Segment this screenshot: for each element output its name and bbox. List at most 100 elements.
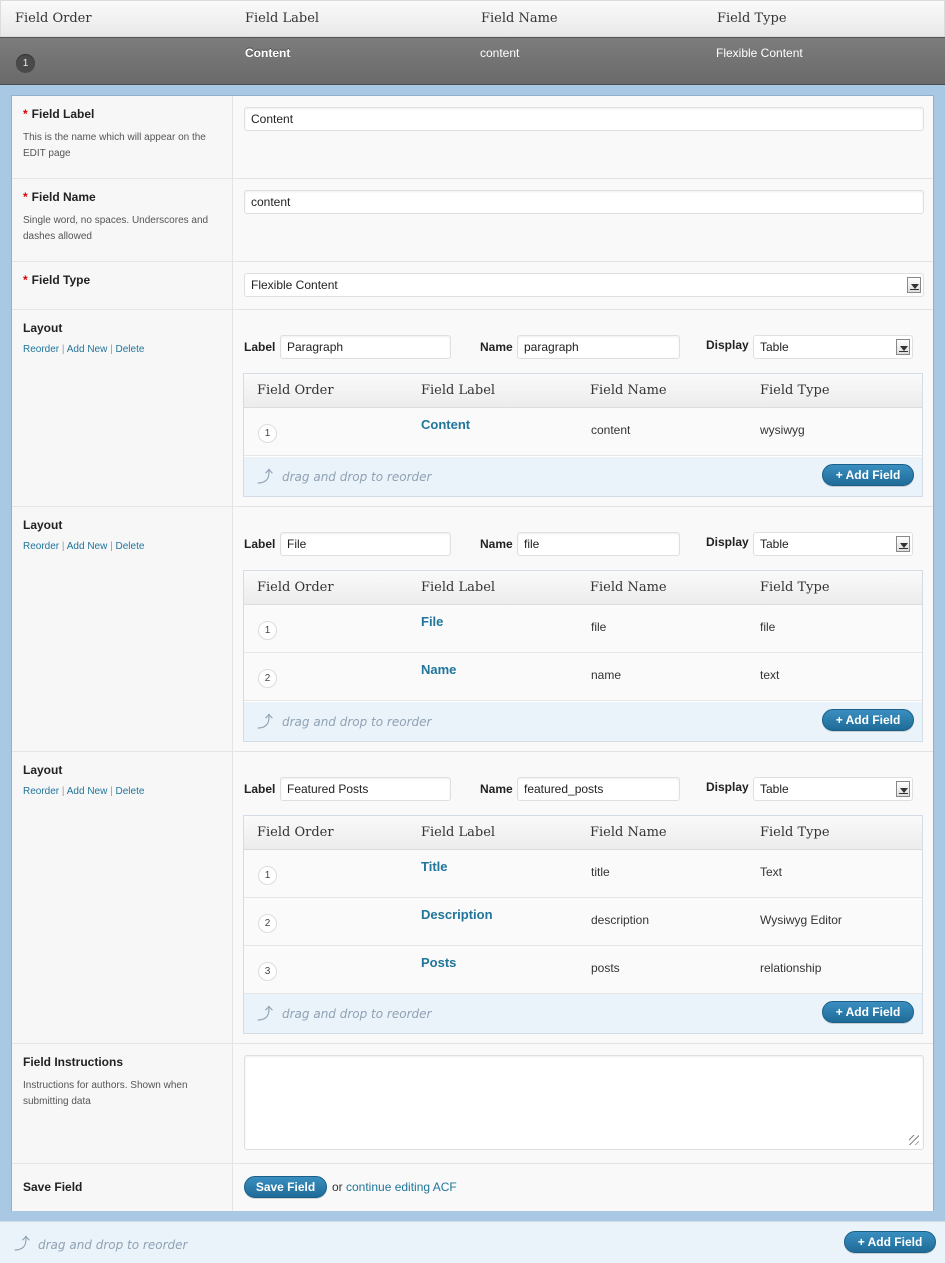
sub-field-row[interactable]: 2 Description description Wysiwyg Editor <box>244 898 922 946</box>
sub-field-name: description <box>591 913 650 927</box>
resize-grip-icon[interactable] <box>909 1135 919 1145</box>
layout-label-label: Label <box>244 782 276 796</box>
layout-delete-link[interactable]: Delete <box>116 344 145 355</box>
sub-col-label: Field Label <box>421 580 496 595</box>
add-sub-field-button[interactable]: + Add Field <box>822 1001 914 1023</box>
sub-col-order: Field Order <box>257 580 334 595</box>
sub-field-label[interactable]: Title <box>421 859 448 874</box>
layout-add-new-link[interactable]: Add New <box>67 344 108 355</box>
col-field-label: Field Label <box>245 11 320 26</box>
sub-field-label[interactable]: Name <box>421 662 456 677</box>
layout-name-label: Name <box>480 782 513 796</box>
layout-display-select[interactable]: Table <box>753 532 913 556</box>
drag-arrow-icon: ⤴ <box>257 1006 274 1023</box>
sub-col-label: Field Label <box>421 825 496 840</box>
sub-field-row[interactable]: 1 File file file <box>244 605 922 653</box>
field-name-title: * Field Name <box>23 190 96 204</box>
field-type-meta: * Field Type <box>12 262 233 309</box>
dropdown-arrow-icon <box>896 781 910 797</box>
layout-delete-link[interactable]: Delete <box>116 541 145 552</box>
layout-reorder-link[interactable]: Reorder <box>23 786 59 797</box>
sub-field-row[interactable]: 1 Title title Text <box>244 850 922 898</box>
required-mark: * <box>23 273 28 287</box>
field-label-input[interactable]: Content <box>244 107 924 131</box>
active-field-row[interactable]: 1 Content content Flexible Content <box>0 37 945 85</box>
sub-col-type: Field Type <box>760 580 830 595</box>
layout-meta: Layout Reorder | Add New | Delete <box>12 507 233 751</box>
add-field-button[interactable]: + Add Field <box>844 1231 936 1253</box>
field-name-title-text: Field Name <box>31 190 96 204</box>
layout-display-label: Display <box>706 780 749 794</box>
add-sub-field-button[interactable]: + Add Field <box>822 709 914 731</box>
layout-reorder-link[interactable]: Reorder <box>23 541 59 552</box>
layout-label-input[interactable]: Featured Posts <box>280 777 451 801</box>
save-field-title: Save Field <box>23 1180 83 1194</box>
layout-name-input[interactable]: featured_posts <box>517 777 680 801</box>
add-sub-field-button[interactable]: + Add Field <box>822 464 914 486</box>
dropdown-arrow-icon <box>896 339 910 355</box>
field-type-select[interactable]: Flexible Content <box>244 273 924 297</box>
link-separator: | <box>110 786 113 797</box>
link-separator: | <box>110 541 113 552</box>
field-label-desc: This is the name which will appear on th… <box>23 132 206 159</box>
sub-fields-footer: ⤴ drag and drop to reorder + Add Field <box>244 457 922 496</box>
field-row-label[interactable]: Content <box>245 46 290 60</box>
layout-label-label: Label <box>244 340 276 354</box>
field-order-badge: 1 <box>16 54 35 73</box>
sub-field-type: wysiwyg <box>760 423 805 437</box>
layout-display-select[interactable]: Table <box>753 777 913 801</box>
layout-title: Layout <box>23 518 63 532</box>
col-field-name: Field Name <box>481 11 558 26</box>
field-type-select-value: Flexible Content <box>251 278 338 292</box>
layout-add-new-link[interactable]: Add New <box>67 786 108 797</box>
field-instructions-meta: Field Instructions Instructions for auth… <box>12 1044 233 1163</box>
layout-title: Layout <box>23 763 63 777</box>
layout-editor: Label Featured Posts Name featured_posts… <box>233 752 933 1043</box>
sub-field-type: Text <box>760 865 783 879</box>
sub-field-label[interactable]: Content <box>421 417 470 432</box>
link-separator: | <box>61 344 65 355</box>
layout-display-label: Display <box>706 535 749 549</box>
field-label-meta: * Field Label This is the name which will… <box>12 96 233 178</box>
sub-field-type: relationship <box>760 961 822 975</box>
field-instructions-textarea[interactable] <box>244 1055 924 1150</box>
dropdown-arrow-icon <box>907 277 921 293</box>
sub-field-order-badge: 2 <box>258 669 277 688</box>
layout-display-value: Table <box>760 537 789 551</box>
layout-delete-link[interactable]: Delete <box>116 786 145 797</box>
sub-fields-table: Field Order Field Label Field Name Field… <box>243 815 923 1034</box>
layout-display-select[interactable]: Table <box>753 335 913 359</box>
sub-field-label[interactable]: Description <box>421 907 493 922</box>
sub-field-label[interactable]: File <box>421 614 443 629</box>
layout-reorder-link[interactable]: Reorder <box>23 344 59 355</box>
field-name-input[interactable]: content <box>244 190 924 214</box>
field-label-control: Content <box>233 96 933 178</box>
sub-field-type: text <box>760 668 780 682</box>
layout-label-input[interactable]: File <box>280 532 451 556</box>
sub-field-row[interactable]: 1 Content content wysiwyg <box>244 408 922 456</box>
or-text: or <box>332 1180 343 1194</box>
required-mark: * <box>23 107 28 121</box>
field-type-title: * Field Type <box>23 273 90 287</box>
col-field-order: Field Order <box>15 11 92 26</box>
layout-name-input[interactable]: paragraph <box>517 335 680 359</box>
sub-field-row[interactable]: 2 Name name text <box>244 653 922 701</box>
layout-label-input[interactable]: Paragraph <box>280 335 451 359</box>
field-type-control: Flexible Content <box>233 262 933 309</box>
sub-field-row[interactable]: 3 Posts posts relationship <box>244 946 922 994</box>
save-field-row: Save Field Save Field or continue editin… <box>12 1164 933 1211</box>
layout-actions: Reorder | Add New | Delete <box>23 541 144 552</box>
layout-add-new-link[interactable]: Add New <box>67 541 108 552</box>
drag-hint: drag and drop to reorder <box>282 470 432 484</box>
save-field-button[interactable]: Save Field <box>244 1176 327 1198</box>
continue-editing-link[interactable]: continue editing ACF <box>346 1180 457 1194</box>
layout-name-label: Name <box>480 537 513 551</box>
sub-field-label[interactable]: Posts <box>421 955 456 970</box>
sub-fields-table: Field Order Field Label Field Name Field… <box>243 570 923 742</box>
sub-col-type: Field Type <box>760 383 830 398</box>
sub-field-order-badge: 3 <box>258 962 277 981</box>
sub-field-order-badge: 2 <box>258 914 277 933</box>
sub-field-type: Wysiwyg Editor <box>760 913 842 927</box>
field-instructions-title: Field Instructions <box>23 1055 124 1069</box>
layout-name-input[interactable]: file <box>517 532 680 556</box>
